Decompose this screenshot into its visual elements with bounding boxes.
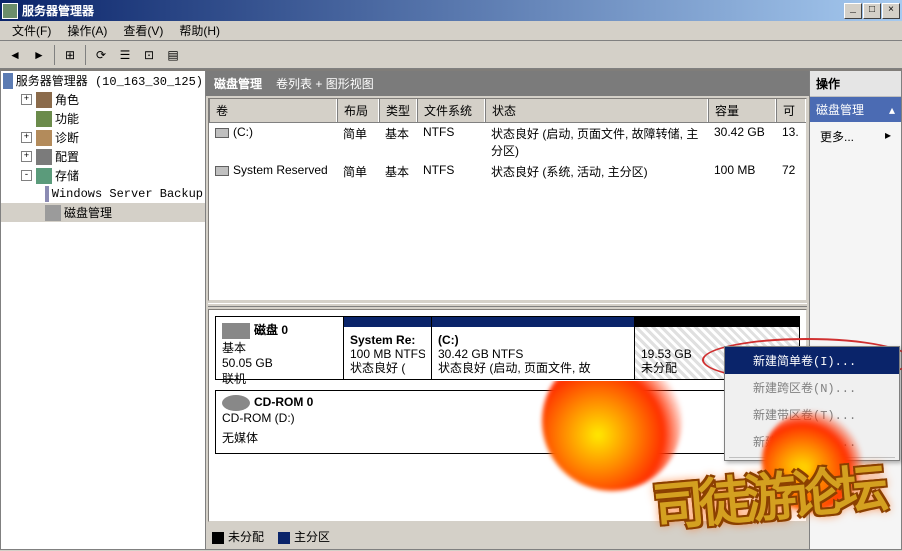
cdrom-info[interactable]: CD-ROM 0 CD-ROM (D:) 无媒体 <box>216 391 344 453</box>
volume-icon <box>215 128 229 138</box>
menu-new-striped-volume: 新建带区卷(T)... <box>725 401 899 428</box>
chevron-up-icon: ▴ <box>889 103 895 117</box>
volume-list[interactable]: 卷 布局 类型 文件系统 状态 容量 可 (C:) 简单 基本 NTFS 状态良… <box>208 98 807 301</box>
settings-button[interactable]: ☰ <box>114 44 136 66</box>
chevron-right-icon: ▸ <box>885 128 891 142</box>
volume-icon <box>215 166 229 176</box>
splitter[interactable] <box>208 303 807 307</box>
tree-panel[interactable]: 服务器管理器 (10_163_30_125) + 角色 功能 + 诊断 + 配置… <box>0 69 206 550</box>
roles-icon <box>36 92 52 108</box>
actions-more[interactable]: 更多... ▸ <box>810 122 901 151</box>
maximize-button[interactable]: □ <box>863 3 881 19</box>
minimize-button[interactable]: _ <box>844 3 862 19</box>
expand-icon[interactable]: + <box>21 132 32 143</box>
menu-action[interactable]: 操作(A) <box>59 20 115 41</box>
menubar: 文件(F) 操作(A) 查看(V) 帮助(H) <box>0 21 902 41</box>
tree-diskmgmt[interactable]: 磁盘管理 <box>1 203 205 222</box>
menu-help[interactable]: 帮助(H) <box>171 20 228 41</box>
col-status[interactable]: 状态 <box>485 99 708 122</box>
close-button[interactable]: × <box>882 3 900 19</box>
menu-file[interactable]: 文件(F) <box>4 20 59 41</box>
content-header: 磁盘管理 卷列表 + 图形视图 <box>206 71 809 96</box>
legend-primary-icon <box>278 532 290 544</box>
disk-icon <box>45 205 61 221</box>
tree-backup[interactable]: Windows Server Backup <box>1 185 205 203</box>
diagnostics-icon <box>36 130 52 146</box>
window-title: 服务器管理器 <box>22 2 844 19</box>
primary-partition-indicator <box>432 317 634 327</box>
disk-0-info[interactable]: 磁盘 0 基本 50.05 GB 联机 <box>216 317 344 379</box>
menu-view[interactable]: 查看(V) <box>115 20 171 41</box>
list-icon[interactable]: ▤ <box>162 44 184 66</box>
col-volume[interactable]: 卷 <box>209 99 337 122</box>
tree-roles[interactable]: + 角色 <box>1 90 205 109</box>
partition-system-reserved[interactable]: System Re: 100 MB NTFS 状态良好 ( <box>344 317 432 379</box>
toolbar: ◄ ► ⊞ ⟳ ☰ ⊡ ▤ <box>0 41 902 69</box>
features-icon <box>36 111 52 127</box>
col-capacity[interactable]: 容量 <box>708 99 776 122</box>
actions-header: 操作 <box>810 71 901 97</box>
partition-c[interactable]: (C:) 30.42 GB NTFS 状态良好 (启动, 页面文件, 故 <box>432 317 635 379</box>
show-hide-button[interactable]: ⊞ <box>59 44 81 66</box>
tree-diagnostics[interactable]: + 诊断 <box>1 128 205 147</box>
col-layout[interactable]: 布局 <box>337 99 379 122</box>
volume-row[interactable]: (C:) 简单 基本 NTFS 状态良好 (启动, 页面文件, 故障转储, 主分… <box>209 123 806 161</box>
expand-icon[interactable]: + <box>21 151 32 162</box>
unallocated-indicator <box>635 317 799 327</box>
context-menu: 新建简单卷(I)... 新建跨区卷(N)... 新建带区卷(T)... 新建镜像… <box>724 346 900 461</box>
actions-group[interactable]: 磁盘管理 ▴ <box>810 97 901 122</box>
content-subtitle: 卷列表 + 图形视图 <box>276 75 374 92</box>
server-icon <box>3 73 13 89</box>
disk-icon <box>222 323 250 339</box>
tree-configuration[interactable]: + 配置 <box>1 147 205 166</box>
menu-new-simple-volume[interactable]: 新建简单卷(I)... <box>725 347 899 374</box>
storage-icon <box>36 168 52 184</box>
content-panel: 磁盘管理 卷列表 + 图形视图 卷 布局 类型 文件系统 状态 容量 可 (C:… <box>206 69 810 550</box>
cdrom-icon <box>222 395 250 411</box>
table-header: 卷 布局 类型 文件系统 状态 容量 可 <box>209 99 806 123</box>
tree-storage[interactable]: - 存储 <box>1 166 205 185</box>
disk-0-row: 磁盘 0 基本 50.05 GB 联机 System Re: 100 MB NT… <box>215 316 800 380</box>
menu-separator <box>729 457 895 458</box>
menu-new-mirrored-volume: 新建镜像卷(R)... <box>725 428 899 455</box>
help-icon[interactable]: ⊡ <box>138 44 160 66</box>
col-type[interactable]: 类型 <box>379 99 417 122</box>
graphical-view[interactable]: 磁盘 0 基本 50.05 GB 联机 System Re: 100 MB NT… <box>208 309 807 522</box>
tree-root[interactable]: 服务器管理器 (10_163_30_125) <box>1 71 205 90</box>
col-free[interactable]: 可 <box>776 99 806 122</box>
primary-partition-indicator <box>344 317 431 327</box>
collapse-icon[interactable]: - <box>21 170 32 181</box>
expand-icon[interactable]: + <box>21 94 32 105</box>
forward-button[interactable]: ► <box>28 44 50 66</box>
legend-unallocated-icon <box>212 532 224 544</box>
back-button[interactable]: ◄ <box>4 44 26 66</box>
volume-row[interactable]: System Reserved 简单 基本 NTFS 状态良好 (系统, 活动,… <box>209 161 806 182</box>
legend: 未分配 主分区 <box>206 524 809 549</box>
titlebar: 服务器管理器 _ □ × <box>0 0 902 21</box>
refresh-button[interactable]: ⟳ <box>90 44 112 66</box>
app-icon <box>2 3 18 19</box>
cdrom-row: CD-ROM 0 CD-ROM (D:) 无媒体 <box>215 390 800 454</box>
tree-features[interactable]: 功能 <box>1 109 205 128</box>
content-title: 磁盘管理 <box>214 75 262 92</box>
configuration-icon <box>36 149 52 165</box>
backup-icon <box>45 186 49 202</box>
menu-new-spanned-volume: 新建跨区卷(N)... <box>725 374 899 401</box>
col-fs[interactable]: 文件系统 <box>417 99 485 122</box>
actions-panel: 操作 磁盘管理 ▴ 更多... ▸ <box>810 69 902 550</box>
